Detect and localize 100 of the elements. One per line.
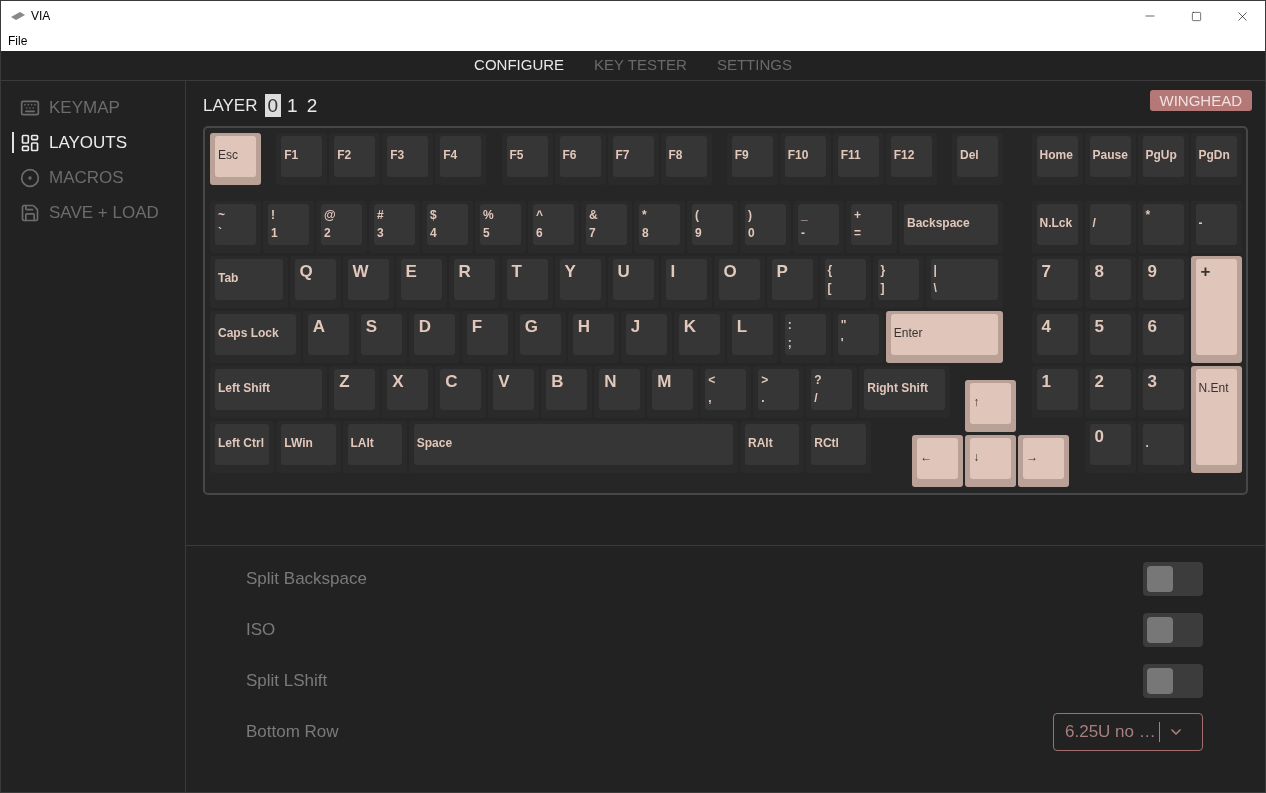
keycap[interactable]: F7 bbox=[607, 132, 659, 185]
keycap[interactable]: F2 bbox=[329, 132, 381, 185]
keycap[interactable]: X bbox=[382, 366, 434, 419]
dropdown-select[interactable]: 6.25U no … bbox=[1053, 713, 1203, 751]
menu-item[interactable]: File bbox=[1, 35, 35, 47]
keycap[interactable]: Enter bbox=[885, 311, 1003, 364]
keycap[interactable]: F8 bbox=[660, 132, 712, 185]
keycap[interactable]: Space bbox=[408, 421, 738, 474]
keycap[interactable]: : ; bbox=[779, 311, 831, 364]
keycap[interactable]: C bbox=[435, 366, 487, 419]
keycap[interactable]: 1 bbox=[1031, 366, 1083, 419]
keycap[interactable]: } ] bbox=[872, 256, 924, 309]
keycap[interactable]: 3 bbox=[1137, 366, 1189, 419]
keycap[interactable]: ) 0 bbox=[740, 201, 791, 254]
keycap[interactable]: Left Ctrl bbox=[210, 421, 275, 474]
toggle-switch[interactable] bbox=[1143, 664, 1203, 698]
keycap[interactable]: F5 bbox=[501, 132, 553, 185]
keycap[interactable]: S bbox=[355, 311, 407, 364]
keycap[interactable]: F1 bbox=[276, 132, 328, 185]
keycap[interactable]: M bbox=[647, 366, 699, 419]
keycap[interactable]: N.Ent bbox=[1190, 366, 1242, 474]
keycap[interactable]: A bbox=[302, 311, 354, 364]
keycap[interactable]: Del bbox=[952, 132, 1003, 185]
keycap[interactable]: F10 bbox=[779, 132, 831, 185]
keycap[interactable]: U bbox=[607, 256, 659, 309]
keycap[interactable]: N bbox=[594, 366, 646, 419]
keycap[interactable]: ~ ` bbox=[210, 201, 261, 254]
keycap[interactable]: Q bbox=[289, 256, 341, 309]
keycap[interactable]: | \ bbox=[925, 256, 1003, 309]
keycap[interactable]: N.Lck bbox=[1031, 201, 1083, 254]
keycap[interactable]: Z bbox=[329, 366, 381, 419]
keycap[interactable]: * 8 bbox=[634, 201, 685, 254]
keycap[interactable]: ! 1 bbox=[263, 201, 314, 254]
keycap[interactable]: & 7 bbox=[581, 201, 632, 254]
keycap[interactable]: # 3 bbox=[369, 201, 420, 254]
keycap[interactable]: { [ bbox=[819, 256, 871, 309]
keycap[interactable]: F4 bbox=[435, 132, 487, 185]
keycap[interactable]: 8 bbox=[1084, 256, 1136, 309]
keycap[interactable]: F12 bbox=[885, 132, 937, 185]
keycap[interactable]: H bbox=[567, 311, 619, 364]
keycap[interactable]: * bbox=[1137, 201, 1189, 254]
keycap[interactable]: Tab bbox=[210, 256, 288, 309]
keycap[interactable]: < , bbox=[700, 366, 752, 419]
keycap[interactable]: F bbox=[461, 311, 513, 364]
keycap[interactable]: F6 bbox=[554, 132, 606, 185]
layer-button[interactable]: 1 bbox=[284, 94, 301, 118]
keycap[interactable]: W bbox=[342, 256, 394, 309]
keycap[interactable]: Caps Lock bbox=[210, 311, 301, 364]
layer-button[interactable]: 0 bbox=[264, 94, 282, 118]
keycap[interactable]: PgDn bbox=[1190, 132, 1242, 185]
keycap[interactable]: Pause bbox=[1084, 132, 1136, 185]
keycap[interactable]: $ 4 bbox=[422, 201, 473, 254]
keycap[interactable]: O bbox=[713, 256, 765, 309]
keycap[interactable]: ← bbox=[912, 435, 964, 487]
keycap[interactable]: PgUp bbox=[1137, 132, 1189, 185]
keycap[interactable]: I bbox=[660, 256, 712, 309]
keycap[interactable]: - bbox=[1190, 201, 1242, 254]
keycap[interactable]: Esc bbox=[210, 132, 261, 185]
keycap[interactable]: Left Shift bbox=[210, 366, 328, 419]
keycap[interactable]: Y bbox=[554, 256, 606, 309]
toggle-switch[interactable] bbox=[1143, 562, 1203, 596]
keycap[interactable]: L bbox=[726, 311, 778, 364]
keycap[interactable]: + bbox=[1190, 256, 1242, 364]
keycap[interactable]: 9 bbox=[1137, 256, 1189, 309]
keycap[interactable]: + = bbox=[846, 201, 897, 254]
keycap[interactable]: F11 bbox=[832, 132, 884, 185]
keycap[interactable]: 4 bbox=[1031, 311, 1083, 364]
keycap[interactable]: ? / bbox=[806, 366, 858, 419]
keycap[interactable]: RCtl bbox=[806, 421, 871, 474]
keycap[interactable]: F3 bbox=[382, 132, 434, 185]
keycap[interactable]: J bbox=[620, 311, 672, 364]
keycap[interactable]: 2 bbox=[1084, 366, 1136, 419]
keycap[interactable]: " ' bbox=[832, 311, 884, 364]
keycap[interactable]: T bbox=[501, 256, 553, 309]
keycap[interactable]: → bbox=[1018, 435, 1070, 487]
nav-tab[interactable]: CONFIGURE bbox=[474, 54, 565, 77]
keycap[interactable]: G bbox=[514, 311, 566, 364]
keycap[interactable]: % 5 bbox=[475, 201, 526, 254]
keycap[interactable]: . bbox=[1137, 421, 1189, 474]
keycap[interactable]: 6 bbox=[1137, 311, 1189, 364]
keycap[interactable]: 5 bbox=[1084, 311, 1136, 364]
keycap[interactable]: ↑ bbox=[965, 380, 1017, 432]
keycap[interactable]: Right Shift bbox=[859, 366, 950, 419]
keycap[interactable]: ↓ bbox=[965, 435, 1017, 487]
keycap[interactable]: V bbox=[488, 366, 540, 419]
keycap[interactable]: ( 9 bbox=[687, 201, 738, 254]
keycap[interactable]: LAlt bbox=[342, 421, 407, 474]
keycap[interactable]: P bbox=[766, 256, 818, 309]
keycap[interactable]: K bbox=[673, 311, 725, 364]
keycap[interactable]: LWin bbox=[276, 421, 341, 474]
keycap[interactable]: E bbox=[395, 256, 447, 309]
toggle-switch[interactable] bbox=[1143, 613, 1203, 647]
keycap[interactable]: Backspace bbox=[899, 201, 1003, 254]
keycap[interactable]: RAlt bbox=[740, 421, 805, 474]
keycap[interactable]: _ - bbox=[793, 201, 844, 254]
keycap[interactable]: B bbox=[541, 366, 593, 419]
keycap[interactable]: Home bbox=[1031, 132, 1083, 185]
keycap[interactable]: D bbox=[408, 311, 460, 364]
keycap[interactable]: / bbox=[1084, 201, 1136, 254]
keycap[interactable]: ^ 6 bbox=[528, 201, 579, 254]
